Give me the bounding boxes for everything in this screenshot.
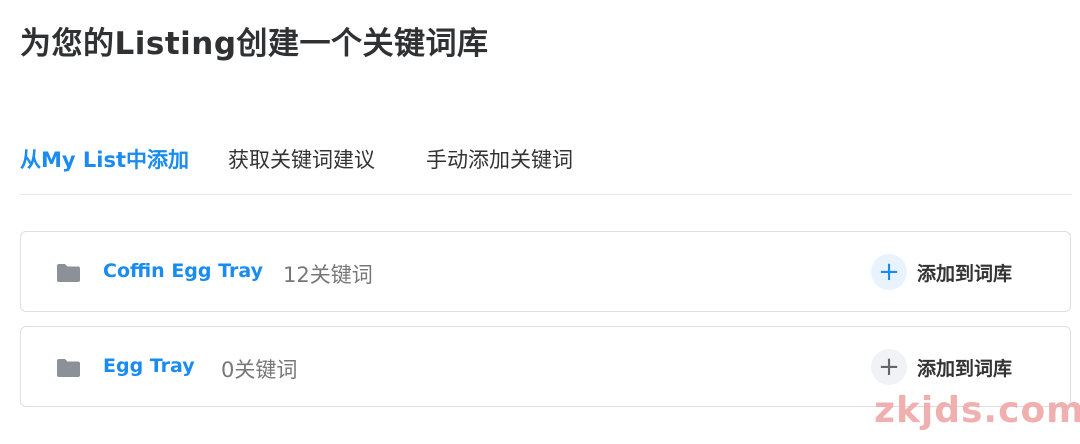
plus-icon: +	[871, 349, 907, 385]
watermark: zkjds.com	[874, 390, 1080, 431]
keyword-count: 12关键词	[283, 263, 373, 287]
add-to-library-button[interactable]: + 添加到词库	[871, 349, 1012, 385]
tab-keyword-suggestions[interactable]: 获取关键词建议	[228, 144, 375, 174]
plus-icon: +	[871, 254, 907, 290]
list-item-coffin-egg-tray: Coffin Egg Tray 12关键词 + 添加到词库	[20, 231, 1071, 312]
list-name-link[interactable]: Egg Tray	[103, 355, 195, 377]
tab-manual-add[interactable]: 手动添加关键词	[426, 144, 573, 174]
folder-icon	[57, 264, 80, 282]
add-to-library-button[interactable]: + 添加到词库	[871, 254, 1012, 290]
add-to-library-label: 添加到词库	[917, 262, 1013, 285]
tab-from-my-list[interactable]: 从My List中添加	[20, 144, 189, 174]
add-to-library-label: 添加到词库	[917, 357, 1013, 380]
page-title: 为您的Listing创建一个关键词库	[20, 26, 489, 62]
keyword-count: 0关键词	[221, 358, 298, 382]
list-name-link[interactable]: Coffin Egg Tray	[103, 260, 263, 282]
tab-bar: 从My List中添加 获取关键词建议 手动添加关键词	[20, 138, 1072, 195]
folder-icon	[57, 359, 80, 377]
